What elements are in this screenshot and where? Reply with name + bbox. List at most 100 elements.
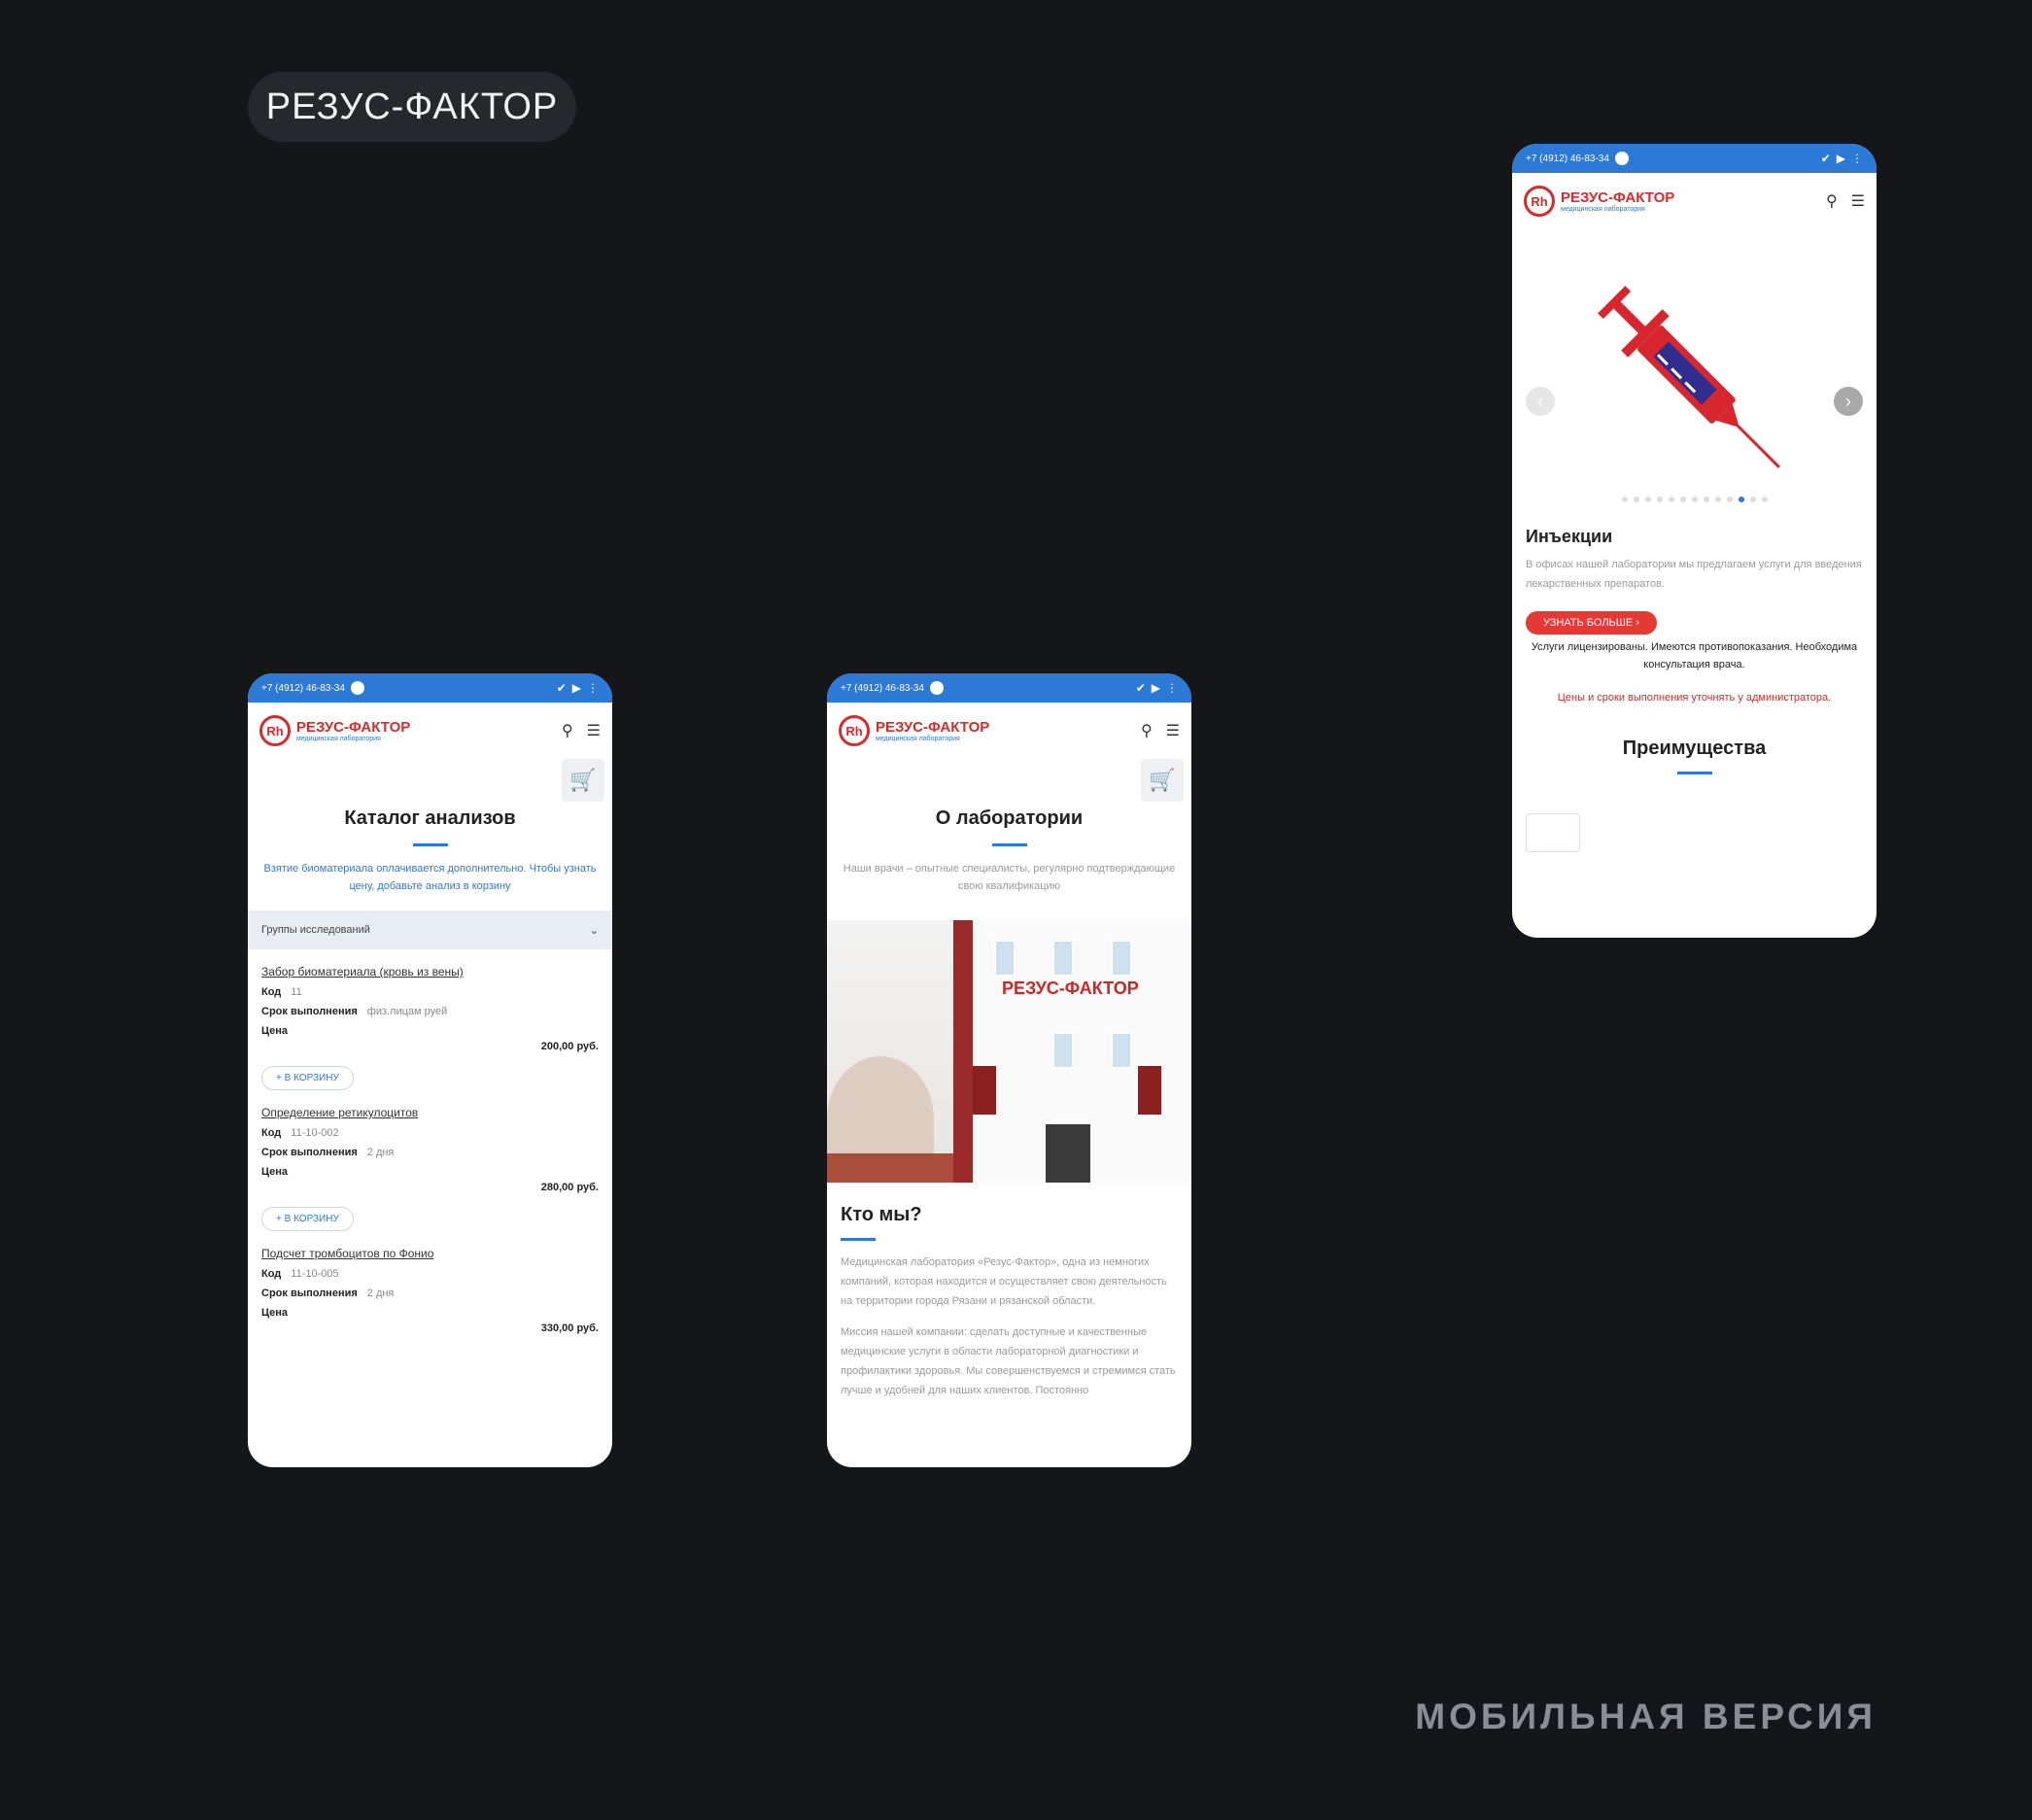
slider-dot[interactable]	[1679, 497, 1686, 502]
building-photo: РЕЗУС-ФАКТОР	[827, 920, 1191, 1183]
item-title[interactable]: Забор биоматериала (кровь из вены)	[261, 965, 599, 979]
advantage-thumbnail	[1526, 813, 1580, 852]
more-icon[interactable]: ⋮	[587, 681, 599, 695]
whatsapp-icon[interactable]	[929, 681, 944, 695]
slider-dot[interactable]	[1714, 497, 1721, 502]
logo-icon[interactable]: Rh	[259, 715, 291, 746]
term-value: 2 дня	[366, 1288, 395, 1299]
slider-dot[interactable]	[1644, 497, 1651, 502]
code-value: 11-10-002	[291, 1127, 339, 1139]
catalog-note: Взятие биоматериала оплачивается дополни…	[263, 863, 597, 892]
building-sign: РЕЗУС-ФАКТОР	[1002, 979, 1139, 998]
about-subtitle: Наши врачи – опытные специалисты, регуля…	[843, 863, 1176, 892]
cart-button[interactable]: 🛒	[562, 759, 604, 802]
plus-icon: +	[276, 1214, 285, 1224]
phone-injections: +7 (4912) 46-83-34 ✔ ▶ ⋮ Rh РЕЗУС-ФАКТОР…	[1512, 144, 1877, 938]
term-label: Срок выполнения	[261, 1006, 358, 1017]
menu-icon[interactable]: ☰	[587, 721, 601, 740]
logo-sub: медицинская лаборатория	[1561, 205, 1645, 213]
price-label: Цена	[261, 1025, 289, 1037]
slider-dot[interactable]	[1691, 497, 1698, 502]
vk-icon[interactable]: ✔	[1136, 681, 1146, 695]
term-value: 2 дня	[366, 1147, 395, 1158]
chevron-right-icon: ›	[1636, 617, 1639, 629]
youtube-icon[interactable]: ▶	[1152, 681, 1160, 695]
logo-name: РЕЗУС-ФАКТОР	[876, 718, 990, 736]
vk-icon[interactable]: ✔	[557, 681, 567, 695]
who-title: Кто мы?	[841, 1204, 922, 1225]
license-warning: Услуги лицензированы. Имеются противопок…	[1531, 641, 1858, 670]
search-icon[interactable]: ⚲	[1141, 721, 1153, 740]
youtube-icon[interactable]: ▶	[572, 681, 581, 695]
slider-dot[interactable]	[1726, 497, 1733, 502]
slider-next-button[interactable]: ›	[1834, 387, 1863, 416]
price-value: 280,00 руб.	[540, 1182, 599, 1193]
slider-prev-button[interactable]: ‹	[1526, 387, 1555, 416]
price-label: Цена	[261, 1166, 289, 1178]
status-phone: +7 (4912) 46-83-34	[1526, 153, 1609, 164]
slider-dot[interactable]	[1621, 497, 1628, 502]
status-phone: +7 (4912) 46-83-34	[261, 682, 345, 694]
slider-dots	[1512, 490, 1877, 507]
about-paragraph: Медицинская лаборатория «Резус-Фактор», …	[841, 1256, 1167, 1307]
group-select[interactable]: Группы исследований ⌄	[248, 910, 612, 949]
status-bar: +7 (4912) 46-83-34 ✔ ▶ ⋮	[248, 673, 612, 703]
add-to-cart-label: В КОРЗИНУ	[284, 1073, 339, 1083]
item-title[interactable]: Определение ретикулоцитов	[261, 1106, 599, 1119]
phone-catalog: +7 (4912) 46-83-34 ✔ ▶ ⋮ Rh РЕЗУС-ФАКТОР…	[248, 673, 612, 1467]
service-title: Инъекции	[1526, 527, 1613, 546]
logo-icon[interactable]: Rh	[839, 715, 870, 746]
group-select-label: Группы исследований	[261, 924, 370, 936]
add-to-cart-button[interactable]: + В КОРЗИНУ	[261, 1207, 354, 1231]
search-icon[interactable]: ⚲	[1826, 191, 1838, 211]
vk-icon[interactable]: ✔	[1821, 152, 1831, 165]
logo-sub: медицинская лаборатория	[876, 735, 960, 742]
plus-icon: +	[276, 1073, 285, 1083]
site-header: Rh РЕЗУС-ФАКТОР медицинская лаборатория …	[827, 703, 1191, 759]
phone-about: +7 (4912) 46-83-34 ✔ ▶ ⋮ Rh РЕЗУС-ФАКТОР…	[827, 673, 1191, 1467]
learn-more-label: УЗНАТЬ БОЛЬШЕ	[1543, 617, 1634, 629]
code-label: Код	[261, 1268, 282, 1280]
code-label: Код	[261, 986, 282, 998]
title-underline	[991, 843, 1027, 846]
code-value: 11-10-005	[291, 1268, 339, 1280]
service-slider[interactable]: ‹ ›	[1512, 229, 1877, 511]
status-phone: +7 (4912) 46-83-34	[841, 682, 924, 694]
slider-dot[interactable]	[1749, 497, 1756, 502]
menu-icon[interactable]: ☰	[1851, 191, 1865, 211]
logo-icon[interactable]: Rh	[1524, 186, 1555, 217]
logo-sub: медицинская лаборатория	[296, 735, 381, 742]
item-title[interactable]: Подсчет тромбоцитов по Фонио	[261, 1247, 599, 1260]
section-underline	[1676, 772, 1712, 774]
slider-dot[interactable]	[1656, 497, 1663, 502]
slider-dot[interactable]	[1761, 497, 1768, 502]
code-value: 11	[291, 986, 302, 998]
learn-more-button[interactable]: УЗНАТЬ БОЛЬШЕ ›	[1526, 611, 1657, 635]
slider-dot[interactable]	[1703, 497, 1709, 502]
code-label: Код	[261, 1127, 282, 1139]
slider-dot[interactable]	[1633, 497, 1639, 502]
menu-icon[interactable]: ☰	[1166, 721, 1180, 740]
slider-dot[interactable]	[1668, 497, 1674, 502]
more-icon[interactable]: ⋮	[1166, 681, 1178, 695]
slider-dot[interactable]	[1738, 497, 1744, 502]
about-paragraph: Миссия нашей компании: сделать доступные…	[841, 1326, 1176, 1396]
page-title: Каталог анализов	[344, 807, 516, 829]
add-to-cart-button[interactable]: + В КОРЗИНУ	[261, 1066, 354, 1090]
status-bar: +7 (4912) 46-83-34 ✔ ▶ ⋮	[827, 673, 1191, 703]
site-header: Rh РЕЗУС-ФАКТОР медицинская лаборатория …	[248, 703, 612, 759]
search-icon[interactable]: ⚲	[562, 721, 573, 740]
term-label: Срок выполнения	[261, 1288, 358, 1299]
cart-button[interactable]: 🛒	[1141, 759, 1184, 802]
logo-name: РЕЗУС-ФАКТОР	[1561, 189, 1675, 206]
price-note: Цены и сроки выполнения уточнять у админ…	[1557, 692, 1832, 704]
more-icon[interactable]: ⋮	[1851, 152, 1863, 165]
whatsapp-icon[interactable]	[1614, 152, 1629, 165]
title-underline	[412, 843, 448, 846]
brand-pill: РЕЗУС-ФАКТОР	[248, 72, 576, 142]
whatsapp-icon[interactable]	[350, 681, 364, 695]
price-value: 330,00 руб.	[540, 1322, 599, 1334]
cart-icon: 🛒	[1149, 768, 1176, 792]
youtube-icon[interactable]: ▶	[1837, 152, 1845, 165]
syringe-icon	[1598, 286, 1780, 468]
